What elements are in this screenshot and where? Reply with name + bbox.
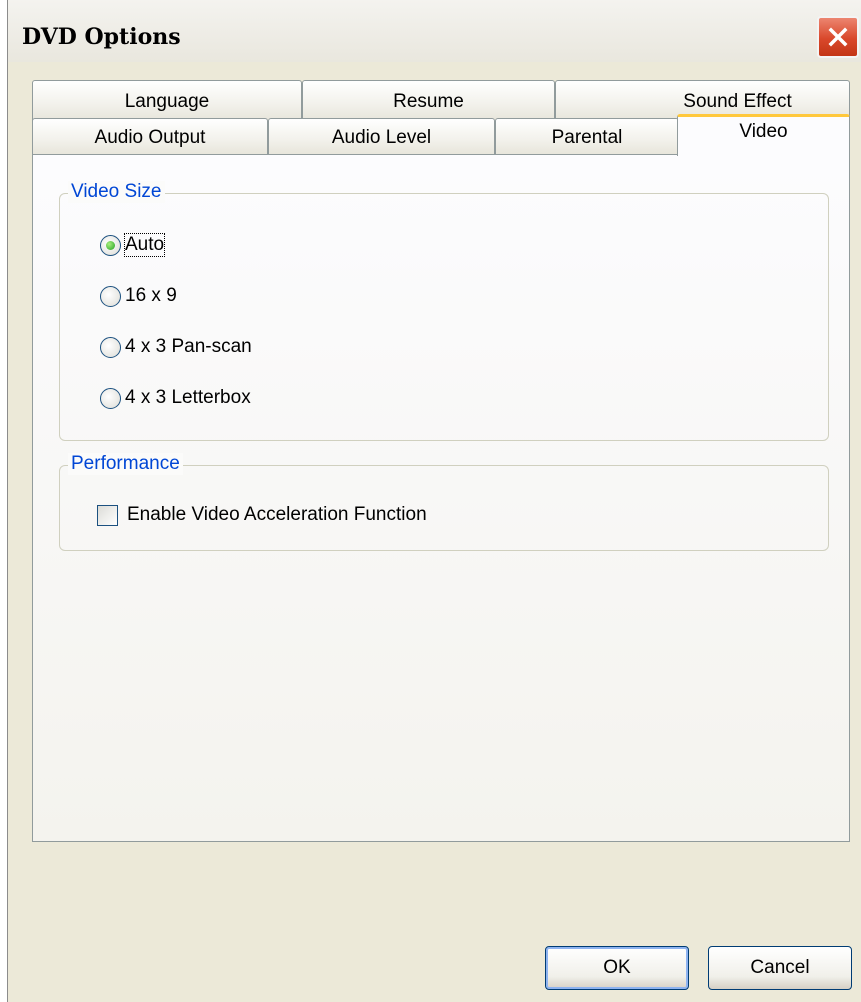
cancel-button[interactable]: Cancel	[708, 946, 852, 990]
radio-4x3-pan-scan-button[interactable]	[100, 336, 121, 358]
tab-resume[interactable]: Resume	[302, 80, 555, 122]
radio-4x3-letterbox-button[interactable]	[100, 387, 121, 409]
tab-resume-label: Resume	[393, 90, 464, 112]
tab-language-label: Language	[124, 90, 210, 112]
radio-auto[interactable]: Auto	[100, 233, 166, 257]
close-button[interactable]	[817, 16, 859, 58]
tab-audio-level-label: Audio Level	[331, 126, 432, 148]
video-tab-panel: Video Size Auto 16 x 9 4 x 3 Pan-scan 4 …	[32, 154, 850, 842]
radio-4x3-pan-scan[interactable]: 4 x 3 Pan-scan	[100, 336, 252, 358]
video-size-group: Video Size Auto 16 x 9 4 x 3 Pan-scan 4 …	[59, 181, 829, 441]
title-bar[interactable]: DVD Options	[8, 0, 861, 62]
dvd-options-dialog: DVD Options Language Resume Sound Effect…	[0, 0, 861, 1002]
video-acceleration-option[interactable]: Enable Video Acceleration Function	[97, 504, 427, 526]
radio-4x3-pan-scan-label: 4 x 3 Pan-scan	[125, 336, 252, 357]
tab-audio-level[interactable]: Audio Level	[268, 118, 495, 156]
tab-video-label: Video	[739, 120, 788, 142]
tab-audio-output[interactable]: Audio Output	[32, 118, 268, 156]
ok-button[interactable]: OK	[545, 946, 689, 990]
radio-16x9-button[interactable]	[100, 285, 121, 307]
tab-parental[interactable]: Parental	[495, 118, 679, 156]
performance-group: Performance Enable Video Acceleration Fu…	[59, 453, 829, 551]
tab-audio-output-label: Audio Output	[94, 126, 206, 148]
tab-video[interactable]: Video	[677, 114, 850, 156]
radio-auto-button[interactable]	[100, 234, 121, 256]
video-size-label: Video Size	[68, 181, 165, 203]
radio-16x9[interactable]: 16 x 9	[100, 285, 177, 307]
ok-button-label: OK	[603, 957, 631, 978]
performance-label: Performance	[68, 453, 183, 475]
radio-auto-label: Auto	[123, 233, 166, 257]
video-acceleration-checkbox[interactable]	[97, 504, 118, 526]
close-icon	[828, 27, 848, 47]
cancel-button-label: Cancel	[750, 957, 810, 978]
window-title: DVD Options	[22, 24, 181, 50]
window-frame	[0, 0, 8, 1002]
radio-4x3-letterbox[interactable]: 4 x 3 Letterbox	[100, 387, 251, 409]
tab-sound-effect-label: Sound Effect	[683, 90, 792, 112]
radio-4x3-letterbox-label: 4 x 3 Letterbox	[125, 387, 251, 408]
tab-language[interactable]: Language	[32, 80, 302, 122]
tab-parental-label: Parental	[551, 126, 623, 148]
video-acceleration-label: Enable Video Acceleration Function	[127, 504, 427, 525]
radio-16x9-label: 16 x 9	[125, 285, 177, 306]
